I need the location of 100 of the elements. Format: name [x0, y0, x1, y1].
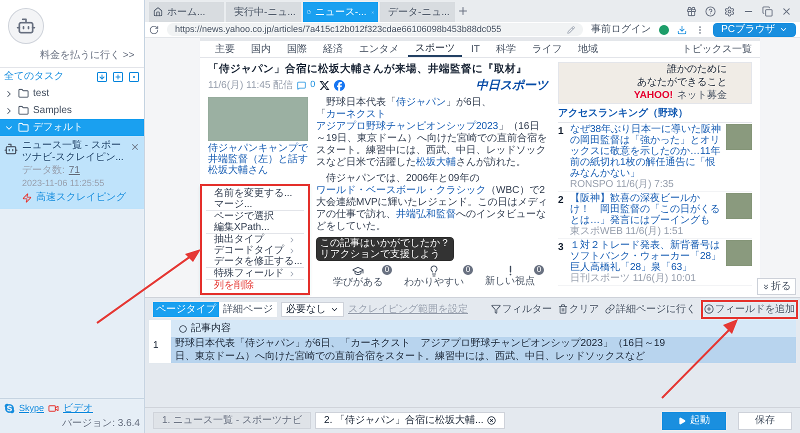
- menu-item[interactable]: 列を削除: [202, 280, 308, 291]
- add-icon[interactable]: [112, 70, 124, 82]
- browser-tab[interactable]: 実行中-ニュ...: [226, 2, 301, 22]
- nav-tab[interactable]: 国内: [244, 41, 278, 57]
- reaction-count: 0: [534, 265, 544, 275]
- comment-icon[interactable]: [297, 80, 306, 90]
- menu-item[interactable]: デコードタイプ: [202, 245, 308, 256]
- photo-placeholder: [726, 193, 752, 219]
- lightning-icon: [22, 192, 32, 202]
- folder-icon: [18, 105, 29, 116]
- browser-tab[interactable]: データ-ニュ...: [380, 2, 455, 22]
- article-link[interactable]: 井端弘和監督: [396, 209, 456, 220]
- folder-item[interactable]: test: [0, 85, 144, 102]
- double-chevron-icon: [762, 282, 770, 290]
- browser-tab[interactable]: ホーム...: [149, 2, 224, 22]
- video-icon[interactable]: [48, 403, 60, 414]
- toolbar-button[interactable]: 詳細ページに行く: [604, 302, 697, 316]
- folder-icon: [18, 122, 29, 133]
- step-tab[interactable]: 2. 「侍ジャパン」合宿に松坂大輔...: [315, 412, 506, 429]
- filter-icon: [491, 304, 501, 314]
- folder-item[interactable]: Samples: [0, 102, 144, 119]
- edit-icon[interactable]: [567, 26, 576, 34]
- nav-tab[interactable]: エンタメ: [352, 41, 406, 57]
- brand-logo: YAHOO!: [634, 90, 673, 102]
- menu-item[interactable]: ページで選択: [202, 211, 308, 222]
- restore-icon[interactable]: [762, 6, 773, 16]
- menu-item[interactable]: 編集XPath...: [202, 222, 308, 233]
- save-button[interactable]: 保存: [738, 412, 792, 430]
- import-icon[interactable]: [96, 70, 108, 82]
- menu-item[interactable]: マージ...: [202, 199, 308, 210]
- extension-icon[interactable]: [659, 24, 670, 34]
- toolbar-button[interactable]: フィルター: [490, 302, 553, 316]
- nav-tab[interactable]: 地域: [570, 41, 605, 57]
- ranking-link[interactable]: なぜ38年ぶり日本一に導いた阪神の岡田監督は「強かった」とオリックスに敬意を示したのか…11年前の紙切れ1枚の解任通告に「恨みなんかない」: [570, 124, 722, 179]
- facebook-icon[interactable]: [334, 80, 346, 90]
- reaction-button[interactable]: わかりやすい 0: [404, 265, 473, 289]
- circle-icon: [179, 324, 187, 332]
- page-type-field[interactable]: 詳細ページ: [219, 302, 277, 316]
- pagination-dropdown[interactable]: 必要なし: [281, 302, 344, 316]
- login-button[interactable]: 事前ログイン: [591, 22, 652, 37]
- step-tab[interactable]: 1. ニュース一覧 - スポーツナビ: [153, 412, 312, 429]
- article-title: 「侍ジャパン」合宿に松坂大輔さんが来場、井端監督に『取材』: [208, 62, 528, 77]
- help-icon[interactable]: [705, 6, 716, 16]
- nav-tab[interactable]: スポーツ: [408, 41, 462, 57]
- ranking-source: 日刊スポーツ 11/6(月) 10:01: [570, 273, 697, 284]
- article-link[interactable]: カーネクスト: [326, 109, 386, 120]
- nav-tab[interactable]: 科学: [488, 41, 523, 57]
- trash-icon: [558, 304, 568, 314]
- x-icon[interactable]: [319, 80, 330, 90]
- reaction-count: 0: [382, 265, 392, 275]
- mode-label: 高速スクレイピング: [36, 190, 126, 205]
- topics-link[interactable]: トピックス一覧: [682, 42, 752, 56]
- reaction-button[interactable]: 学びがある 0: [333, 265, 392, 289]
- menu-item[interactable]: 名前を変更する...: [202, 188, 308, 199]
- chevron-icon: [288, 270, 296, 278]
- folder-icon: [18, 88, 29, 99]
- download-icon[interactable]: [677, 24, 688, 34]
- ranking-title: アクセスランキング（野球）: [558, 106, 752, 123]
- play-icon: [678, 416, 686, 424]
- count-link[interactable]: 71: [68, 165, 80, 177]
- nav-tab[interactable]: 経済: [316, 41, 350, 57]
- comment-count: 0: [310, 78, 316, 92]
- table-cell[interactable]: 野球日本代表「侍ジャパン」が6日、「カーネクスト アジアプロ野球チャンピオンシップ2023」（16日～19日、東京ドーム）へ向けた宮崎での直前合宿をスタート。練習中には、西武、中日、レッドソックスなど: [171, 337, 796, 363]
- settings-icon[interactable]: [724, 6, 735, 16]
- gift-icon[interactable]: [686, 6, 697, 16]
- toolbar-button[interactable]: フィールドを追加: [701, 300, 798, 318]
- new-tab-icon[interactable]: [457, 5, 469, 17]
- menu-item[interactable]: 抽出タイプ: [202, 234, 308, 245]
- ranking-source: RONSPO 11/6(月) 7:35: [570, 179, 675, 190]
- reaction-button[interactable]: 新しい視点 0: [485, 265, 544, 288]
- ranking-link[interactable]: １対２トレード発表、新背番号はソフトバンク・ウォーカー「28」巨人高橋礼「28」泉「63」: [570, 240, 722, 273]
- page-icon: [307, 7, 311, 17]
- select-icon[interactable]: [128, 70, 140, 82]
- nav-tab[interactable]: 主要: [208, 41, 242, 57]
- ad-text: あなたができること: [637, 77, 727, 89]
- close-icon[interactable]: [487, 416, 496, 425]
- menu-item[interactable]: 特殊フィールド: [202, 268, 308, 279]
- article-link[interactable]: ワールド・ベースボール・クラシック: [316, 185, 486, 196]
- column-header[interactable]: 記事内容: [171, 320, 796, 337]
- nav-tab[interactable]: IT: [464, 41, 487, 57]
- menu-item[interactable]: データを修正する...: [202, 256, 308, 267]
- nav-tab[interactable]: 国際: [280, 41, 314, 57]
- nav-tab[interactable]: ライフ: [524, 41, 569, 57]
- reload-icon[interactable]: [149, 24, 159, 34]
- article-link[interactable]: 侍ジャパン: [396, 97, 446, 108]
- skype-icon[interactable]: [4, 403, 15, 414]
- article-link[interactable]: 松坂大輔: [416, 157, 456, 168]
- graduation-cap-icon: [352, 265, 364, 277]
- toolbar-button[interactable]: クリア: [557, 302, 600, 316]
- home-icon: [153, 7, 163, 17]
- url-field[interactable]: https://news.yahoo.co.jp/articles/7a415c12b012f323cdae66106098b453b88dc055: [167, 23, 584, 36]
- upgrade-link[interactable]: 料金を払うに行く >>: [8, 48, 136, 63]
- article-link[interactable]: アジアプロ野球チャンピオンシップ2023: [316, 121, 498, 132]
- ranking-source: 東スポWEB 11/6(月) 1:51: [570, 226, 684, 237]
- photo-placeholder: [726, 124, 752, 150]
- ranking-link[interactable]: 【阪神】歓喜の深夜ビールかけ！ 岡田監督の「この日がくるとは…」発言にはブーイングも: [570, 193, 722, 226]
- photo-placeholder: [726, 240, 752, 266]
- page-type-label: ページタイプ: [153, 302, 219, 316]
- task-card[interactable]: ニュース一覧 - スポーツナビ-スクレイピン... データ数: 71 2023-11-06 11:25:55 高速スクレイピング: [0, 136, 144, 209]
- collapse-button[interactable]: 折る: [757, 278, 796, 295]
